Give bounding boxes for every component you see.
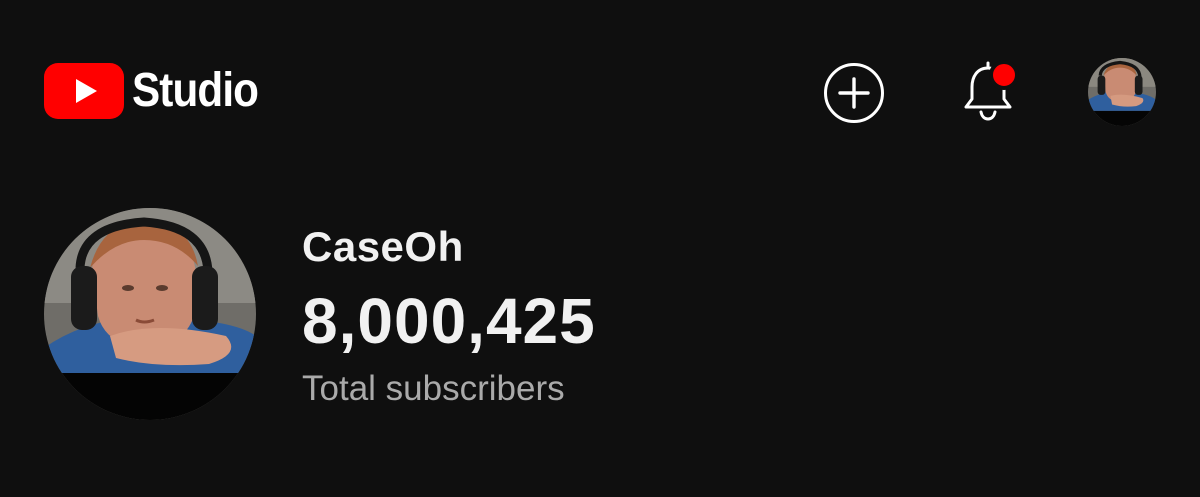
create-button[interactable] — [823, 62, 885, 124]
subscriber-label: Total subscribers — [302, 369, 565, 408]
account-avatar-button[interactable] — [1088, 58, 1156, 126]
channel-info: CaseOh 8,000,425 Total subscribers — [302, 222, 596, 410]
notifications-button[interactable] — [958, 58, 1022, 124]
youtube-play-icon — [44, 63, 124, 119]
channel-name: CaseOh — [302, 223, 464, 270]
studio-logo-text: Studio — [132, 64, 259, 117]
plus-circle-icon — [824, 63, 884, 123]
notification-badge — [989, 60, 1019, 90]
avatar — [1088, 58, 1156, 126]
avatar — [44, 208, 256, 420]
subscriber-count: 8,000,425 — [302, 285, 596, 357]
studio-logo[interactable]: Studio — [44, 62, 275, 120]
channel-avatar[interactable] — [44, 208, 256, 420]
studio-dashboard: Studio CaseOh 8,000,425 Total subscriber… — [0, 0, 1200, 497]
